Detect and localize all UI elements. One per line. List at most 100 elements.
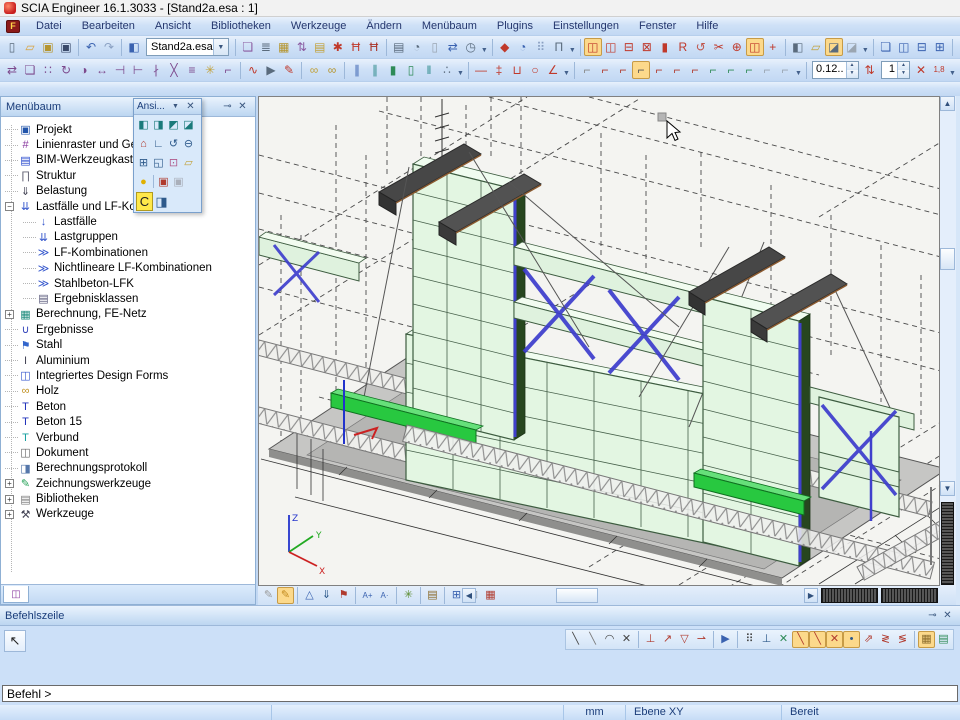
toolbar-overflow-icon[interactable]: ▼ xyxy=(480,38,489,56)
tree-item-beton-15[interactable]: TBeton 15 xyxy=(5,414,255,429)
nodes-pair-b-icon[interactable]: ∞ xyxy=(323,61,341,79)
spinner-up-icon[interactable]: ▲ xyxy=(898,62,909,70)
geom-align-icon[interactable]: ≡ xyxy=(183,61,201,79)
geom-trim-icon[interactable]: ⊣ xyxy=(111,61,129,79)
tree-item-lastfälle[interactable]: ↓Lastfälle xyxy=(5,214,255,229)
tree-item-belastung[interactable]: ⇓Belastung xyxy=(5,184,255,199)
project-file-combo[interactable]: Stand2a.esa▼ xyxy=(146,38,229,56)
status-units[interactable]: mm xyxy=(564,705,626,720)
model-canvas[interactable]: Z Y X xyxy=(258,96,940,586)
export-model-icon[interactable]: ⇅ xyxy=(293,38,311,56)
railing-a-icon[interactable]: Ħ xyxy=(347,38,365,56)
tree-item-beton[interactable]: TBeton xyxy=(5,399,255,414)
mdi-document-icon[interactable]: F xyxy=(6,20,20,33)
redo-icon[interactable]: ↷ xyxy=(100,38,118,56)
view-front-icon[interactable]: ◧ xyxy=(136,116,151,133)
menu-werkzeuge[interactable]: Werkzeuge xyxy=(281,18,356,34)
clip-on-icon[interactable]: ▣ xyxy=(156,173,171,190)
pointer-snap-icon[interactable]: ▶ xyxy=(717,631,734,648)
tree-item-linienraster-und-geschosse[interactable]: #Linienraster und Geschosse xyxy=(5,137,255,152)
toolbar-overflow-icon[interactable]: ▼ xyxy=(456,61,465,79)
menu-plugins[interactable]: Plugins xyxy=(487,18,543,34)
document-gray-icon[interactable]: ▯ xyxy=(426,38,444,56)
palette-header[interactable]: Ansi... ▼ ✕ xyxy=(134,99,201,115)
gear-red-icon[interactable]: ✱ xyxy=(329,38,347,56)
load-scale-icon[interactable]: ⇅ xyxy=(861,61,879,79)
chevron-down-icon[interactable]: ▼ xyxy=(213,39,228,55)
value-spinner[interactable]: 0.12..▲▼ xyxy=(812,61,859,79)
expand-icon[interactable]: + xyxy=(5,479,14,488)
expand-icon[interactable]: + xyxy=(5,310,14,319)
tree-item-verbund[interactable]: TVerbund xyxy=(5,430,255,445)
geom-stretch-icon[interactable]: ↔ xyxy=(93,61,111,79)
bracket-red-icon[interactable]: ⊔ xyxy=(508,61,526,79)
pixel-ruler-icon[interactable]: ⠿ xyxy=(532,38,550,56)
select-member-icon[interactable]: ▮ xyxy=(656,38,674,56)
menu-fenster[interactable]: Fenster xyxy=(629,18,686,34)
scroll-left-button[interactable]: ◀ xyxy=(462,588,476,603)
collapse-icon[interactable]: − xyxy=(5,202,14,211)
snap-none-icon[interactable]: ✕ xyxy=(618,631,635,648)
status-plane[interactable]: Ebene XY xyxy=(626,705,782,720)
hscroll-thumb[interactable] xyxy=(556,588,598,603)
calculator-icon[interactable]: ▦ xyxy=(918,631,935,648)
tree-item-integriertes-design-forms[interactable]: ◫Integriertes Design Forms xyxy=(5,368,255,383)
value-spinner[interactable]: 1▲▼ xyxy=(881,61,910,79)
menu-einstellungen[interactable]: Einstellungen xyxy=(543,18,629,34)
grid-red-icon[interactable]: ▦ xyxy=(482,587,499,604)
geom-asterisk-icon[interactable]: ✳ xyxy=(201,61,219,79)
toolbar-overflow-icon[interactable]: ▼ xyxy=(794,61,803,79)
geom-multicopy-icon[interactable]: ∷ xyxy=(39,61,57,79)
tree-item-nichtlineare-lf-kombinationen[interactable]: ≫Nichtlineare LF-Kombinationen xyxy=(5,261,255,276)
tree-item-berechnung-fe-netz[interactable]: +▦Berechnung, FE-Netz xyxy=(5,307,255,322)
tree-item-aluminium[interactable]: IAluminium xyxy=(5,353,255,368)
line-red-icon[interactable]: — xyxy=(472,61,490,79)
project-window-icon[interactable]: ◧ xyxy=(125,38,143,56)
geom-connect-icon[interactable]: ⌐ xyxy=(219,61,237,79)
snap-perpendicular-icon[interactable]: ⊥ xyxy=(642,631,659,648)
support-e-icon[interactable]: ⌐ xyxy=(650,61,668,79)
pointer-mode-button[interactable]: ↖ xyxy=(4,630,26,652)
pin-icon[interactable]: ⊸ xyxy=(220,100,235,114)
tree-item-zeichnungswerkzeuge[interactable]: +✎Zeichnungswerkzeuge xyxy=(5,476,255,491)
geom-move-icon[interactable]: ⇄ xyxy=(3,61,21,79)
menubaum-tab[interactable]: ◫ xyxy=(3,586,29,603)
close-icon[interactable]: ✕ xyxy=(940,609,955,623)
spinner-value[interactable]: 1 xyxy=(882,62,897,78)
labels-abc-icon[interactable]: A+ xyxy=(359,587,376,604)
menu-datei[interactable]: Datei xyxy=(26,18,72,34)
support-c-icon[interactable]: ⌐ xyxy=(614,61,632,79)
scroll-right-button[interactable]: ▶ xyxy=(804,588,818,603)
geom-break-icon[interactable]: ∤ xyxy=(147,61,165,79)
rotate-view-icon[interactable]: ↺ xyxy=(166,135,181,152)
members-blue-icon[interactable]: ∥ xyxy=(348,61,366,79)
columns-green-a-icon[interactable]: ▮ xyxy=(384,61,402,79)
toolbar-overflow-icon[interactable]: ▼ xyxy=(568,38,577,56)
save-document-icon[interactable]: ▣ xyxy=(57,38,75,56)
support-b-icon[interactable]: ⌐ xyxy=(596,61,614,79)
members-teal-icon[interactable]: ∥ xyxy=(366,61,384,79)
view-side-icon[interactable]: ◨ xyxy=(151,116,166,133)
select-column-lock-icon[interactable]: ⊠ xyxy=(638,38,656,56)
labels-abc-edit-icon[interactable]: A· xyxy=(376,587,393,604)
support-a-icon[interactable]: ⌐ xyxy=(578,61,596,79)
expand-icon[interactable]: + xyxy=(5,510,14,519)
vscroll-thumb[interactable] xyxy=(940,248,955,270)
close-icon[interactable]: ✕ xyxy=(183,100,198,114)
select-append-icon[interactable]: ⊕ xyxy=(728,38,746,56)
geom-extend-icon[interactable]: ⊢ xyxy=(129,61,147,79)
zoom-window-icon[interactable]: ⊞ xyxy=(136,154,151,171)
menu-men-baum[interactable]: Menübaum xyxy=(412,18,487,34)
new-document-icon[interactable]: ▯ xyxy=(3,38,21,56)
pin-icon[interactable]: ⊸ xyxy=(925,609,940,623)
columns-pair-icon[interactable]: ‖ xyxy=(420,61,438,79)
tree-item-lastfälle-und-lf-kombinationen[interactable]: −⇊Lastfälle und LF-Kombinationen xyxy=(5,199,255,214)
support-i-icon[interactable]: ⌐ xyxy=(722,61,740,79)
grid-cross-icon[interactable]: ✕ xyxy=(775,631,792,648)
photo-frames-icon[interactable]: ❏ xyxy=(239,38,257,56)
nodes-pair-a-icon[interactable]: ∞ xyxy=(305,61,323,79)
select-curve-red-icon[interactable]: ∿ xyxy=(244,61,262,79)
tree-item-holz[interactable]: ∞Holz xyxy=(5,384,255,399)
tree-item-bim-werkzeugkasten[interactable]: ▤BIM-Werkzeugkasten xyxy=(5,153,255,168)
view-eye-icon[interactable]: ◉ xyxy=(956,38,960,56)
